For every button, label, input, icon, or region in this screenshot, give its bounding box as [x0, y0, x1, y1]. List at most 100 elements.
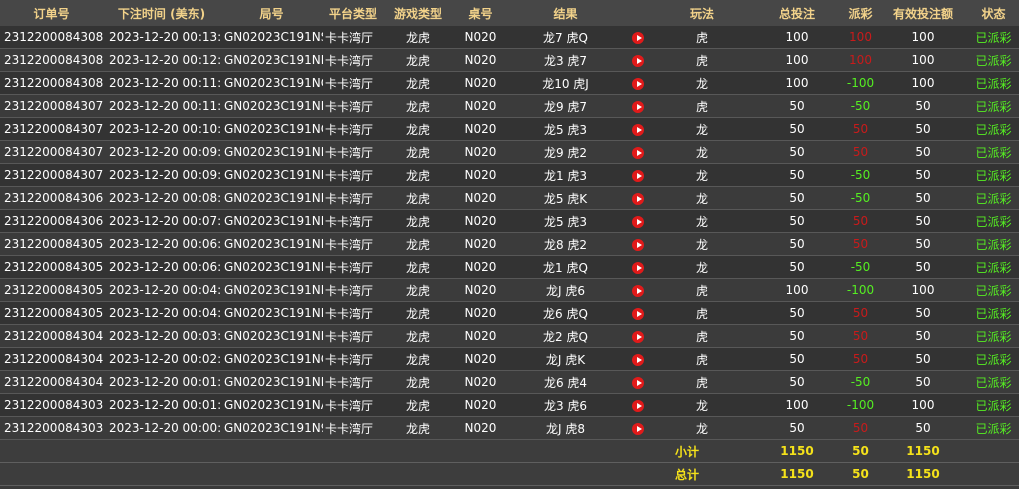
cell-status: 已派彩	[968, 163, 1019, 187]
cell-platform: 卡卡湾厅	[323, 163, 383, 187]
cell-table-no: N020	[453, 26, 508, 49]
video-play-icon[interactable]	[632, 284, 644, 297]
video-play-icon[interactable]	[632, 330, 644, 343]
cell-status: 已派彩	[968, 416, 1019, 440]
cell-valid-bet: 100	[878, 278, 968, 302]
cell-game-type: 龙虎	[383, 94, 453, 118]
video-play-icon[interactable]	[632, 422, 644, 435]
cell-game-type: 龙虎	[383, 26, 453, 49]
cell-payout: 50	[843, 209, 878, 233]
cell-payout: -100	[843, 278, 878, 302]
cell-bet-time: 2023-12-20 00:06:40	[103, 232, 220, 256]
cell-payout: -50	[843, 94, 878, 118]
cell-play-type: 龙	[653, 163, 751, 187]
cell-table-no: N020	[453, 232, 508, 256]
video-play-icon[interactable]	[632, 77, 644, 90]
cell-replay	[623, 301, 653, 325]
cell-status: 已派彩	[968, 117, 1019, 141]
cell-valid-bet: 100	[878, 48, 968, 72]
cell-play-type: 龙	[653, 232, 751, 256]
subtotal-label: 小计	[623, 439, 751, 463]
video-play-icon[interactable]	[632, 399, 644, 412]
cell-status: 已派彩	[968, 26, 1019, 49]
cell-round-no: GN02023C191NC	[220, 347, 323, 371]
cell-table-no: N020	[453, 416, 508, 440]
cell-total-bet: 50	[751, 416, 843, 440]
video-play-icon[interactable]	[632, 353, 644, 366]
cell-platform: 卡卡湾厅	[323, 255, 383, 279]
cell-round-no: GN02023C191NM	[220, 163, 323, 187]
cell-table-no: N020	[453, 94, 508, 118]
cell-result: 龙8 虎2	[508, 232, 623, 256]
cell-valid-bet: 50	[878, 232, 968, 256]
cell-result: 龙5 虎3	[508, 209, 623, 233]
cell-bet-time: 2023-12-20 00:02:35	[103, 347, 220, 371]
cell-status: 已派彩	[968, 140, 1019, 164]
video-play-icon[interactable]	[632, 238, 644, 251]
grand-total-payout: 50	[843, 462, 878, 486]
table-row: 2312200084307102023-12-20 00:09:14GN0202…	[0, 163, 1019, 187]
header-replay	[623, 0, 653, 26]
video-play-icon[interactable]	[632, 169, 644, 182]
cell-play-type: 虎	[653, 94, 751, 118]
cell-table-no: N020	[453, 301, 508, 325]
video-play-icon[interactable]	[632, 192, 644, 205]
table-row: 2312200084308272023-12-20 00:11:47GN0202…	[0, 71, 1019, 95]
cell-result: 龙6 虎4	[508, 370, 623, 394]
cell-replay	[623, 278, 653, 302]
cell-replay	[623, 347, 653, 371]
cell-status: 已派彩	[968, 347, 1019, 371]
cell-round-no: GN02023C191NL	[220, 186, 323, 210]
cell-total-bet: 100	[751, 393, 843, 417]
cell-platform: 卡卡湾厅	[323, 232, 383, 256]
cell-play-type: 虎	[653, 26, 751, 49]
cell-replay	[623, 26, 653, 49]
cell-valid-bet: 50	[878, 140, 968, 164]
cell-table-no: N020	[453, 324, 508, 348]
cell-table-no: N020	[453, 393, 508, 417]
cell-round-no: GN02023C191NO	[220, 117, 323, 141]
table-row: 2312200084308932023-12-20 00:13:07GN0202…	[0, 26, 1019, 49]
cell-round-no: GN02023C191NN	[220, 140, 323, 164]
cell-total-bet: 50	[751, 94, 843, 118]
header-order-id: 订单号	[0, 0, 103, 26]
cell-table-no: N020	[453, 278, 508, 302]
video-play-icon[interactable]	[632, 123, 644, 136]
cell-total-bet: 50	[751, 232, 843, 256]
cell-platform: 卡卡湾厅	[323, 347, 383, 371]
cell-total-bet: 50	[751, 209, 843, 233]
cell-replay	[623, 94, 653, 118]
table-row: 2312200084305782023-12-20 00:06:03GN0202…	[0, 255, 1019, 279]
cell-order-id: 231220008430439	[0, 347, 103, 371]
cell-play-type: 龙	[653, 393, 751, 417]
video-play-icon[interactable]	[632, 146, 644, 159]
cell-round-no: GN02023C191NR	[220, 48, 323, 72]
cell-payout: 50	[843, 232, 878, 256]
video-play-icon[interactable]	[632, 54, 644, 67]
cell-valid-bet: 100	[878, 393, 968, 417]
cell-result: 龙1 虎Q	[508, 255, 623, 279]
cell-total-bet: 100	[751, 26, 843, 49]
cell-status: 已派彩	[968, 324, 1019, 348]
table-header-row: 订单号 下注时间 (美东) 局号 平台类型 游戏类型 桌号 结果 玩法 总投注 …	[0, 0, 1019, 26]
video-play-icon[interactable]	[632, 376, 644, 389]
cell-payout: -100	[843, 393, 878, 417]
cell-table-no: N020	[453, 370, 508, 394]
cell-status: 已派彩	[968, 301, 1019, 325]
video-play-icon[interactable]	[632, 100, 644, 113]
cell-platform: 卡卡湾厅	[323, 186, 383, 210]
video-play-icon[interactable]	[632, 215, 644, 228]
cell-game-type: 龙虎	[383, 209, 453, 233]
video-play-icon[interactable]	[632, 261, 644, 274]
cell-bet-time: 2023-12-20 00:11:47	[103, 71, 220, 95]
cell-game-type: 龙虎	[383, 416, 453, 440]
table-body: 2312200084308932023-12-20 00:13:07GN0202…	[0, 26, 1019, 440]
cell-status: 已派彩	[968, 370, 1019, 394]
cell-result: 龙3 虎6	[508, 393, 623, 417]
subtotal-row: 小计 1150 50 1150	[0, 439, 1019, 463]
cell-bet-time: 2023-12-20 00:03:08	[103, 324, 220, 348]
video-play-icon[interactable]	[632, 307, 644, 320]
cell-order-id: 231220008430346	[0, 416, 103, 440]
cell-valid-bet: 100	[878, 71, 968, 95]
video-play-icon[interactable]	[632, 31, 644, 44]
